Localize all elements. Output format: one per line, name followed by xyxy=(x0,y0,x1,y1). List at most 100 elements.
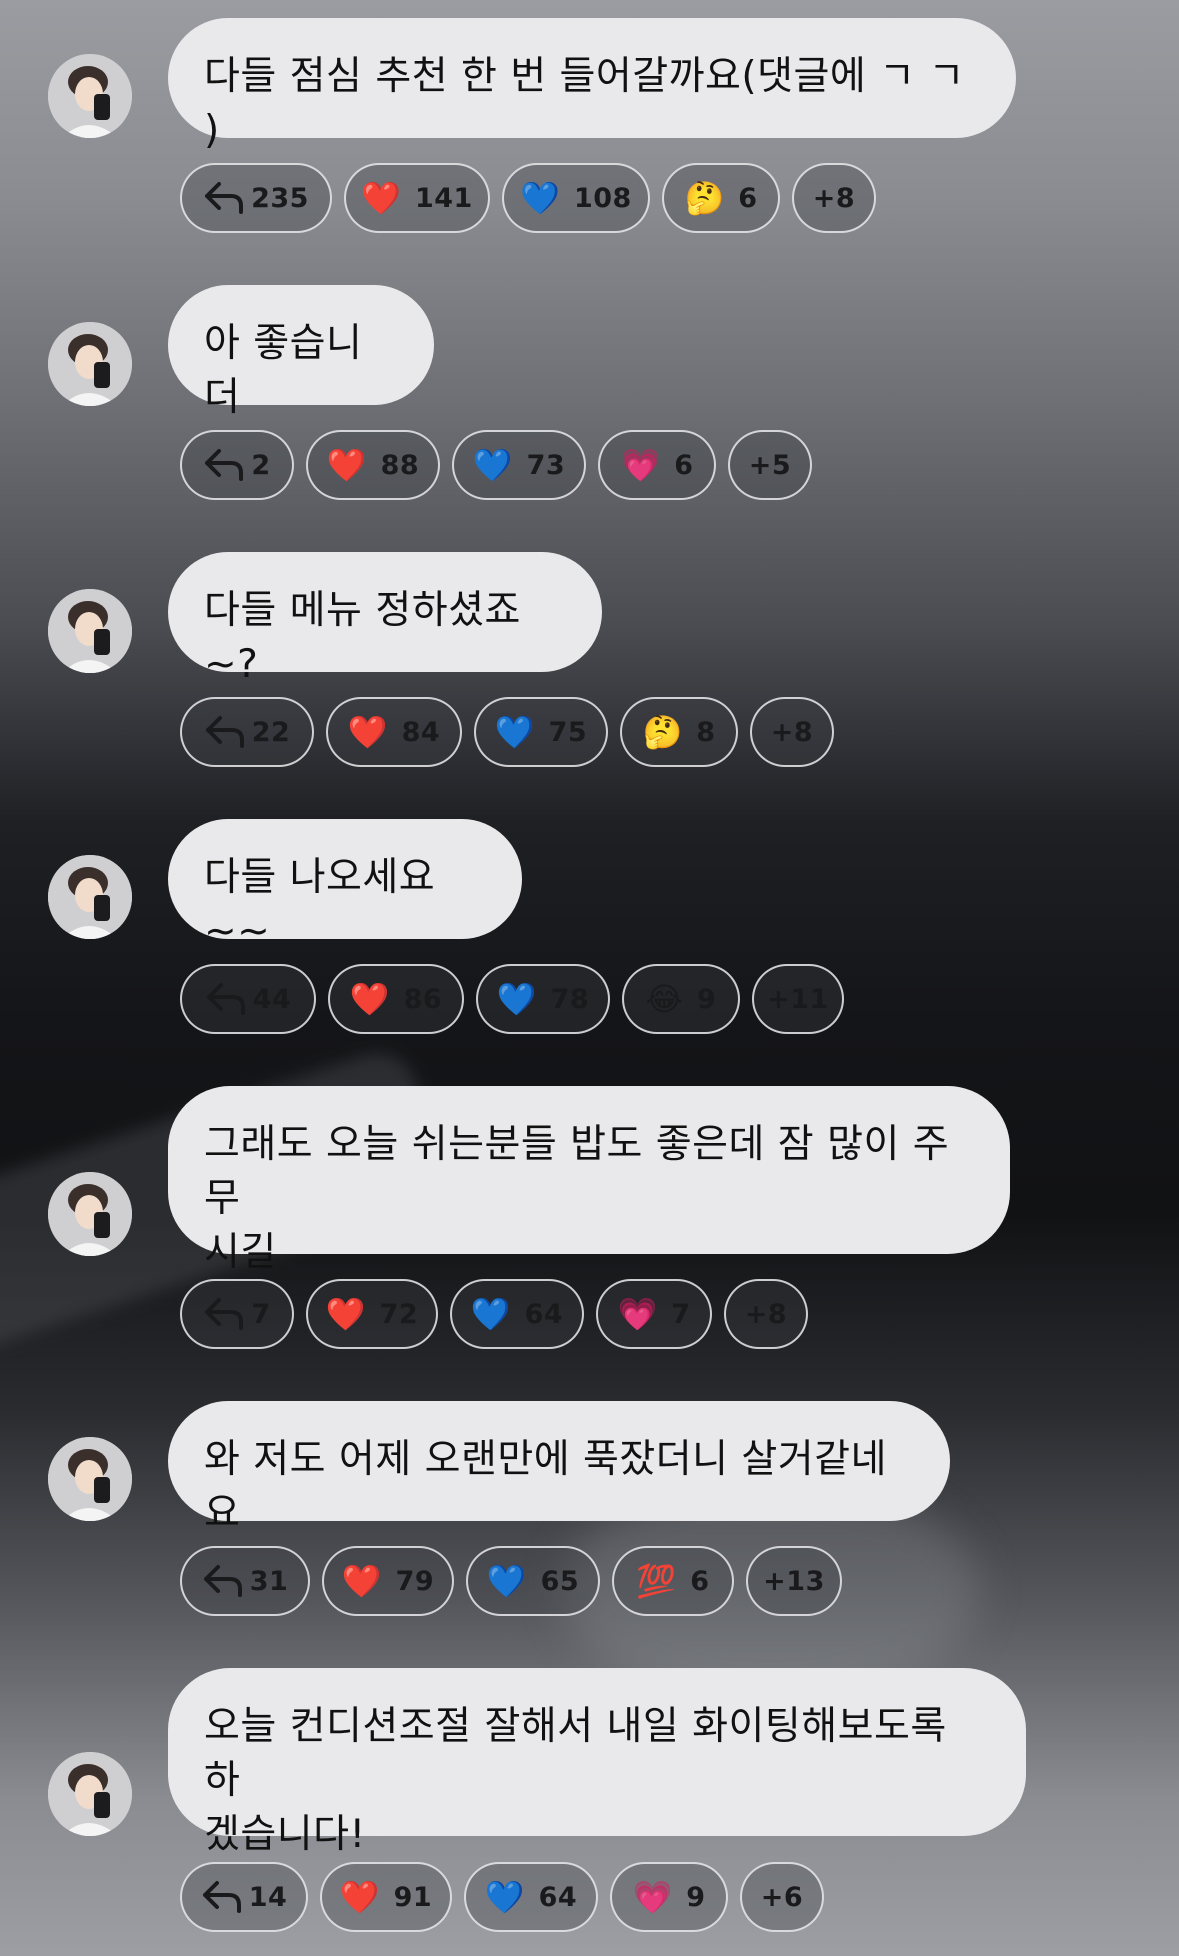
reply-button[interactable]: 2 xyxy=(180,430,294,500)
reaction-count: 108 xyxy=(573,182,632,214)
more-reactions-button[interactable]: +8 xyxy=(792,163,876,233)
reaction-count: 86 xyxy=(403,983,443,1015)
blue-heart-icon: 💙 xyxy=(484,1878,525,1916)
message-text-line: 오늘 컨디션조절 잘해서 내일 화이팅해보도록 하 xyxy=(204,1704,947,1803)
reaction-count: 72 xyxy=(379,1298,419,1330)
avatar[interactable] xyxy=(48,1752,132,1836)
message-text-line: 그래도 오늘 쉬는분들 밥도 좋은데 잠 많이 주무 xyxy=(204,1122,950,1221)
message-bubble[interactable]: 다들 나오세요~~ xyxy=(168,819,522,954)
reaction-chip[interactable]: 💙 75 xyxy=(474,697,608,767)
reaction-count: 79 xyxy=(395,1565,435,1597)
reaction-bar: 44 ❤️ 86 💙 78 😂 9 +11 xyxy=(180,964,844,1034)
reaction-chip[interactable]: 🤔 6 xyxy=(662,163,780,233)
reaction-chip[interactable]: ❤️ 141 xyxy=(344,163,490,233)
avatar[interactable] xyxy=(48,589,132,673)
red-heart-icon: ❤️ xyxy=(361,179,401,217)
reply-arrow-icon xyxy=(205,981,247,1017)
avatar[interactable] xyxy=(48,1437,132,1521)
more-reactions-button[interactable]: +8 xyxy=(750,697,834,767)
reply-arrow-icon xyxy=(203,1296,245,1332)
blue-heart-icon: 💙 xyxy=(494,713,535,751)
message-bubble[interactable]: 오늘 컨디션조절 잘해서 내일 화이팅해보도록 하 겠습니다! xyxy=(168,1668,1026,1857)
reaction-bar: 14 ❤️ 91 💙 64 💗 9 +6 xyxy=(180,1862,824,1932)
reaction-count: 8 xyxy=(696,716,716,748)
avatar[interactable] xyxy=(48,322,132,406)
reply-button[interactable]: 22 xyxy=(180,697,314,767)
message-bubble[interactable]: 와 저도 어제 오랜만에 푹잤더니 살거같네요 xyxy=(168,1401,950,1536)
reaction-chip[interactable]: 💗 7 xyxy=(596,1279,712,1349)
blue-heart-icon: 💙 xyxy=(496,980,537,1018)
message-text: 다들 점심 추천 한 번 들어갈까요(댓글에 ㄱ ㄱ ) xyxy=(204,54,965,153)
message-bubble[interactable]: 다들 메뉴 정하셨죠~? xyxy=(168,552,602,687)
reply-arrow-icon xyxy=(203,447,245,483)
reply-button[interactable]: 235 xyxy=(180,163,332,233)
reaction-bar: 22 ❤️ 84 💙 75 🤔 8 +8 xyxy=(180,697,834,767)
red-heart-icon: ❤️ xyxy=(341,1562,382,1600)
reaction-chip[interactable]: 🤔 8 xyxy=(620,697,738,767)
reaction-count: 64 xyxy=(524,1298,564,1330)
more-reactions-button[interactable]: +11 xyxy=(752,964,844,1034)
hundred-points-icon: 💯 xyxy=(636,1562,677,1600)
reply-count: 22 xyxy=(251,716,291,748)
reaction-count: 9 xyxy=(697,983,717,1015)
reply-count: 44 xyxy=(252,983,292,1015)
reply-arrow-icon xyxy=(202,1563,244,1599)
blue-heart-icon: 💙 xyxy=(486,1562,527,1600)
reaction-chip[interactable]: 💙 73 xyxy=(452,430,586,500)
reaction-chip[interactable]: ❤️ 91 xyxy=(320,1862,452,1932)
more-reactions-button[interactable]: +13 xyxy=(746,1546,842,1616)
reaction-count: 64 xyxy=(538,1881,578,1913)
reaction-count: 65 xyxy=(540,1565,580,1597)
reaction-chip[interactable]: 💙 64 xyxy=(450,1279,584,1349)
reaction-chip[interactable]: ❤️ 86 xyxy=(328,964,464,1034)
avatar[interactable] xyxy=(48,1172,132,1256)
more-reactions-button[interactable]: +6 xyxy=(740,1862,824,1932)
reaction-chip[interactable]: 💯 6 xyxy=(612,1546,734,1616)
reaction-chip[interactable]: 💗 6 xyxy=(598,430,716,500)
reply-button[interactable]: 44 xyxy=(180,964,316,1034)
reaction-count: 84 xyxy=(401,716,441,748)
reaction-chip[interactable]: 💙 78 xyxy=(476,964,610,1034)
reaction-bar: 235 ❤️ 141 💙 108 🤔 6 +8 xyxy=(180,163,876,233)
message-bubble[interactable]: 아 좋습니더 xyxy=(168,285,434,420)
reaction-chip[interactable]: 💙 65 xyxy=(466,1546,600,1616)
reaction-chip[interactable]: 😂 9 xyxy=(622,964,740,1034)
red-heart-icon: ❤️ xyxy=(339,1878,380,1916)
avatar[interactable] xyxy=(48,855,132,939)
message-bubble[interactable]: 그래도 오늘 쉬는분들 밥도 좋은데 잠 많이 주무 시길 xyxy=(168,1086,1010,1275)
blue-heart-icon: 💙 xyxy=(520,179,560,217)
reply-count: 2 xyxy=(251,449,271,481)
more-reactions-button[interactable]: +5 xyxy=(728,430,812,500)
thinking-face-icon: 🤔 xyxy=(684,179,725,217)
message-bubble[interactable]: 다들 점심 추천 한 번 들어갈까요(댓글에 ㄱ ㄱ ) xyxy=(168,18,1016,153)
more-reactions-button[interactable]: +8 xyxy=(724,1279,808,1349)
avatar[interactable] xyxy=(48,54,132,138)
reply-button[interactable]: 14 xyxy=(180,1862,308,1932)
message-text: 와 저도 어제 오랜만에 푹잤더니 살거같네요 xyxy=(204,1437,887,1536)
reaction-count: 6 xyxy=(674,449,694,481)
reaction-chip[interactable]: ❤️ 88 xyxy=(306,430,440,500)
reply-button[interactable]: 7 xyxy=(180,1279,294,1349)
message-text: 아 좋습니더 xyxy=(204,321,363,420)
reaction-chip[interactable]: 💗 9 xyxy=(610,1862,728,1932)
red-heart-icon: ❤️ xyxy=(326,446,367,484)
reaction-count: 9 xyxy=(686,1881,706,1913)
reaction-count: 88 xyxy=(380,449,420,481)
reaction-count: 6 xyxy=(738,182,758,214)
message-feed: 다들 점심 추천 한 번 들어갈까요(댓글에 ㄱ ㄱ ) 235 ❤️ 141 … xyxy=(0,0,1179,1956)
pink-heart-icon: 💗 xyxy=(617,1295,658,1333)
reply-arrow-icon xyxy=(203,180,245,216)
reply-button[interactable]: 31 xyxy=(180,1546,310,1616)
reply-count: 7 xyxy=(251,1298,271,1330)
reaction-chip[interactable]: 💙 108 xyxy=(502,163,650,233)
pink-heart-icon: 💗 xyxy=(632,1878,673,1916)
pink-heart-icon: 💗 xyxy=(620,446,661,484)
reaction-chip[interactable]: ❤️ 84 xyxy=(326,697,462,767)
tears-of-joy-icon: 😂 xyxy=(645,980,684,1018)
reply-arrow-icon xyxy=(201,1879,243,1915)
reply-count: 31 xyxy=(249,1565,289,1597)
reaction-chip[interactable]: 💙 64 xyxy=(464,1862,598,1932)
reaction-chip[interactable]: ❤️ 72 xyxy=(306,1279,438,1349)
message-text: 다들 나오세요~~ xyxy=(204,855,436,954)
reaction-chip[interactable]: ❤️ 79 xyxy=(322,1546,454,1616)
